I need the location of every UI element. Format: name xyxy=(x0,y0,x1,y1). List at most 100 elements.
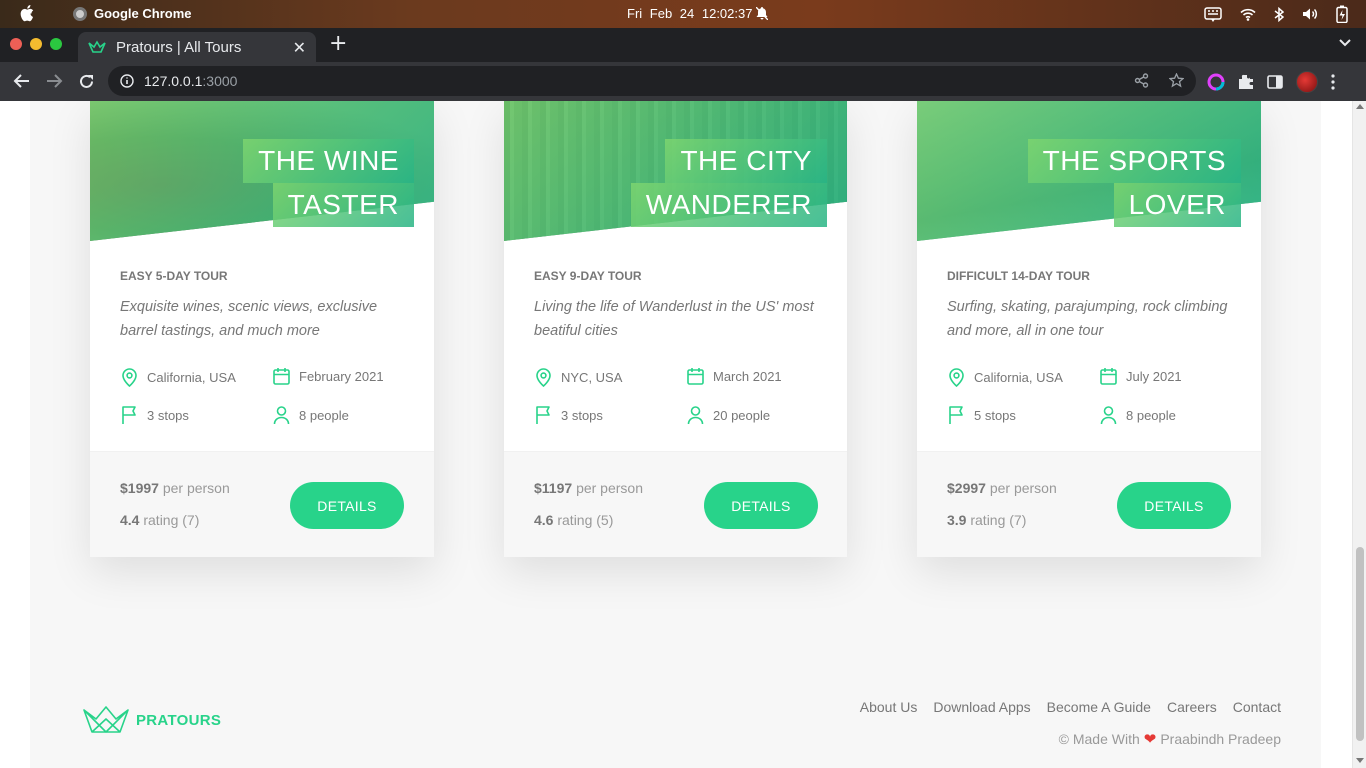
os-clock[interactable]: Fri Feb 24 12:02:37 xyxy=(627,6,752,21)
tour-stops-text: 5 stops xyxy=(974,407,1016,423)
bluetooth-icon[interactable] xyxy=(1274,6,1284,22)
tour-difficulty: EASY 9-DAY TOUR xyxy=(534,269,642,283)
tour-price: $2997 per person xyxy=(947,480,1057,496)
map-pin-icon xyxy=(949,368,964,387)
tour-people-text: 8 people xyxy=(1126,407,1176,423)
wifi-icon[interactable] xyxy=(1240,8,1256,21)
tour-rating-value: 4.4 xyxy=(120,512,140,528)
bookmark-star-icon[interactable] xyxy=(1169,73,1184,88)
volume-icon[interactable] xyxy=(1302,7,1318,21)
side-panel-icon[interactable] xyxy=(1267,75,1283,89)
tour-stops: 5 stops xyxy=(947,405,1016,425)
calendar-icon xyxy=(273,368,290,385)
footer-link-careers[interactable]: Careers xyxy=(1167,699,1217,715)
calendar-icon xyxy=(687,368,704,385)
tour-rating: 4.4 rating (7) xyxy=(120,512,199,528)
window-minimize-button[interactable] xyxy=(30,38,42,50)
keyboard-icon[interactable] xyxy=(1204,6,1222,22)
tour-date: March 2021 xyxy=(686,367,782,386)
profile-avatar[interactable] xyxy=(1296,71,1318,93)
details-button[interactable]: DETAILS xyxy=(290,482,404,529)
back-arrow-icon[interactable] xyxy=(13,73,31,89)
address-bar[interactable]: 127.0.0.1:3000 xyxy=(108,66,1196,96)
forward-arrow-icon[interactable] xyxy=(45,73,63,89)
toolbar-extensions xyxy=(1207,71,1335,93)
notification-bell-icon[interactable] xyxy=(756,7,768,20)
footer-link-contact[interactable]: Contact xyxy=(1233,699,1281,715)
new-tab-button[interactable]: + xyxy=(329,33,347,55)
footer-link-become-a-guide[interactable]: Become A Guide xyxy=(1047,699,1151,715)
tour-price-suffix: per person xyxy=(989,480,1057,496)
site-info-icon[interactable] xyxy=(120,74,134,88)
tour-title-line-1: THE SPORTS xyxy=(1027,139,1241,183)
tour-date-text: February 2021 xyxy=(299,369,384,384)
copyright-author: Praabindh Pradeep xyxy=(1160,731,1281,747)
tour-card-wine-taster: THE WINE TASTER EASY 5-DAY TOUR Exquisit… xyxy=(90,101,434,557)
footer-link-download-apps[interactable]: Download Apps xyxy=(933,699,1030,715)
tour-title-line-1: THE WINE xyxy=(243,139,414,183)
scroll-up-arrow-icon[interactable] xyxy=(1356,104,1364,109)
browser-tab-active[interactable]: Pratours | All Tours ✕ xyxy=(78,32,316,62)
tour-description: Living the life of Wanderlust in the US'… xyxy=(534,299,814,339)
tour-people-text: 20 people xyxy=(713,407,771,423)
tour-rating: 4.6 rating (5) xyxy=(534,512,613,528)
chrome-icon xyxy=(73,6,87,21)
footer-logo[interactable]: PRATOURS xyxy=(82,706,221,734)
tour-difficulty: EASY 5-DAY TOUR xyxy=(120,269,228,283)
tour-title-line-2: LOVER xyxy=(1113,183,1241,227)
pratours-favicon xyxy=(88,40,106,53)
tour-location: California, USA xyxy=(947,367,1063,387)
chrome-menu-icon[interactable] xyxy=(1331,74,1335,90)
tour-card-footer: $2997 per person 3.9 rating (7) DETAILS xyxy=(917,451,1261,557)
scrollbar-thumb[interactable] xyxy=(1356,547,1364,741)
window-close-button[interactable] xyxy=(10,38,22,50)
url-port: :3000 xyxy=(202,73,238,89)
color-picker-extension-icon[interactable] xyxy=(1207,73,1225,91)
scroll-down-arrow-icon[interactable] xyxy=(1356,758,1364,763)
tour-rating-value: 3.9 xyxy=(947,512,967,528)
copyright-prefix: © Made With xyxy=(1058,731,1140,747)
address-bar-actions xyxy=(1134,73,1184,88)
heart-icon: ❤ xyxy=(1143,731,1157,748)
tour-location: California, USA xyxy=(120,367,236,387)
tour-rating-suffix: rating (7) xyxy=(970,512,1027,528)
tour-difficulty: DIFFICULT 14-DAY TOUR xyxy=(947,269,1090,283)
tour-date-text: March 2021 xyxy=(713,369,782,384)
reload-icon[interactable] xyxy=(78,73,95,90)
user-icon xyxy=(1100,406,1117,425)
flag-icon xyxy=(536,406,550,424)
window-maximize-button[interactable] xyxy=(50,38,62,50)
calendar-icon xyxy=(1100,368,1117,385)
footer-link-about-us[interactable]: About Us xyxy=(860,699,918,715)
page-viewport: THE WINE TASTER EASY 5-DAY TOUR Exquisit… xyxy=(0,101,1352,768)
tour-price-value: $2997 xyxy=(947,480,986,496)
flag-icon xyxy=(949,406,963,424)
battery-icon[interactable] xyxy=(1336,5,1348,23)
tour-rating: 3.9 rating (7) xyxy=(947,512,1026,528)
tour-group-size: 8 people xyxy=(272,405,349,425)
user-icon xyxy=(273,406,290,425)
details-button[interactable]: DETAILS xyxy=(1117,482,1231,529)
tour-people-text: 8 people xyxy=(299,407,349,423)
os-top-bar: Google Chrome Fri Feb 24 12:02:37 xyxy=(0,0,1366,28)
tour-card-sports-lover: THE SPORTS LOVER DIFFICULT 14-DAY TOUR S… xyxy=(917,101,1261,557)
os-system-tray xyxy=(1204,5,1348,23)
tour-card-title: THE WINE TASTER xyxy=(243,139,414,227)
os-active-app[interactable]: Google Chrome xyxy=(73,6,192,21)
extensions-puzzle-icon[interactable] xyxy=(1238,74,1254,90)
tour-card-title: THE CITY WANDERER xyxy=(630,139,827,227)
tab-search-chevron-icon[interactable] xyxy=(1338,38,1352,48)
map-pin-icon xyxy=(122,368,137,387)
pratours-logo-icon xyxy=(83,706,129,733)
details-button[interactable]: DETAILS xyxy=(704,482,818,529)
tour-price-value: $1997 xyxy=(120,480,159,496)
share-icon[interactable] xyxy=(1134,73,1149,88)
url-host: 127.0.0.1 xyxy=(144,73,203,89)
flag-icon xyxy=(122,406,136,424)
tab-close-icon[interactable]: ✕ xyxy=(293,38,306,58)
tour-price-suffix: per person xyxy=(162,480,230,496)
apple-icon[interactable] xyxy=(20,4,36,22)
tour-title-line-2: WANDERER xyxy=(630,183,827,227)
tour-description: Surfing, skating, parajumping, rock clim… xyxy=(947,299,1228,339)
page-scrollbar[interactable] xyxy=(1352,101,1366,768)
